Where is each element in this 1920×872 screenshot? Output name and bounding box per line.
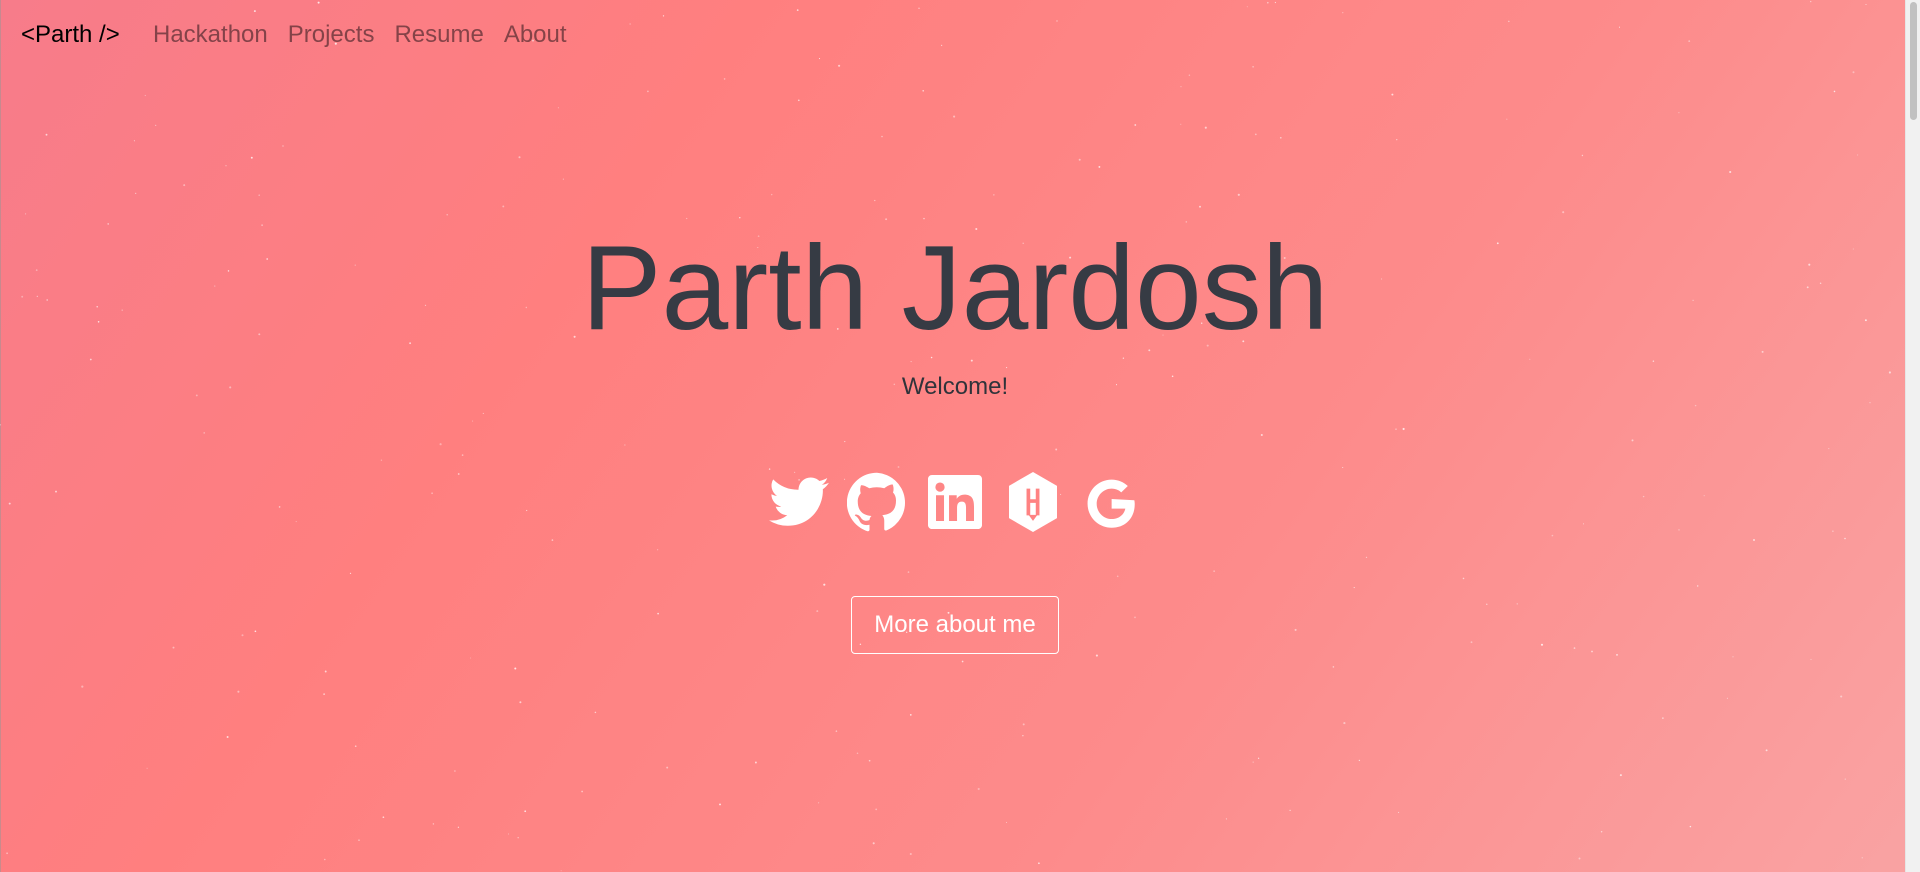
nav-link-resume[interactable]: Resume	[394, 20, 483, 50]
window-edge	[0, 0, 1, 872]
twitter-icon	[769, 477, 829, 526]
hackerrank-link[interactable]	[1001, 470, 1065, 534]
hero-subtitle: Welcome!	[901, 373, 1009, 400]
google-icon	[1087, 479, 1135, 528]
brand-logo[interactable]: <Parth />	[21, 20, 120, 50]
nav-link-hackathon[interactable]: Hackathon	[153, 20, 268, 50]
twitter-link[interactable]	[767, 470, 831, 534]
github-icon	[847, 472, 906, 532]
vertical-scrollbar[interactable]	[1905, 0, 1920, 872]
hackerrank-icon	[1009, 472, 1057, 532]
nav-links: Hackathon Projects Resume About	[153, 20, 587, 50]
nav-link-projects[interactable]: Projects	[288, 20, 375, 50]
navbar: <Parth /> Hackathon Projects Resume Abou…	[0, 0, 1906, 70]
more-about-me-button[interactable]: More about me	[851, 596, 1059, 654]
linkedin-icon	[928, 475, 982, 529]
nav-link-about[interactable]: About	[504, 20, 567, 50]
linkedin-link[interactable]	[923, 470, 987, 534]
starfield-background	[0, 0, 1891, 872]
hero-title: Parth Jardosh	[581, 221, 1329, 355]
google-link[interactable]	[1079, 470, 1143, 534]
github-link[interactable]	[845, 470, 909, 534]
social-links	[767, 470, 1157, 534]
scrollbar-thumb[interactable]	[1910, 2, 1917, 120]
